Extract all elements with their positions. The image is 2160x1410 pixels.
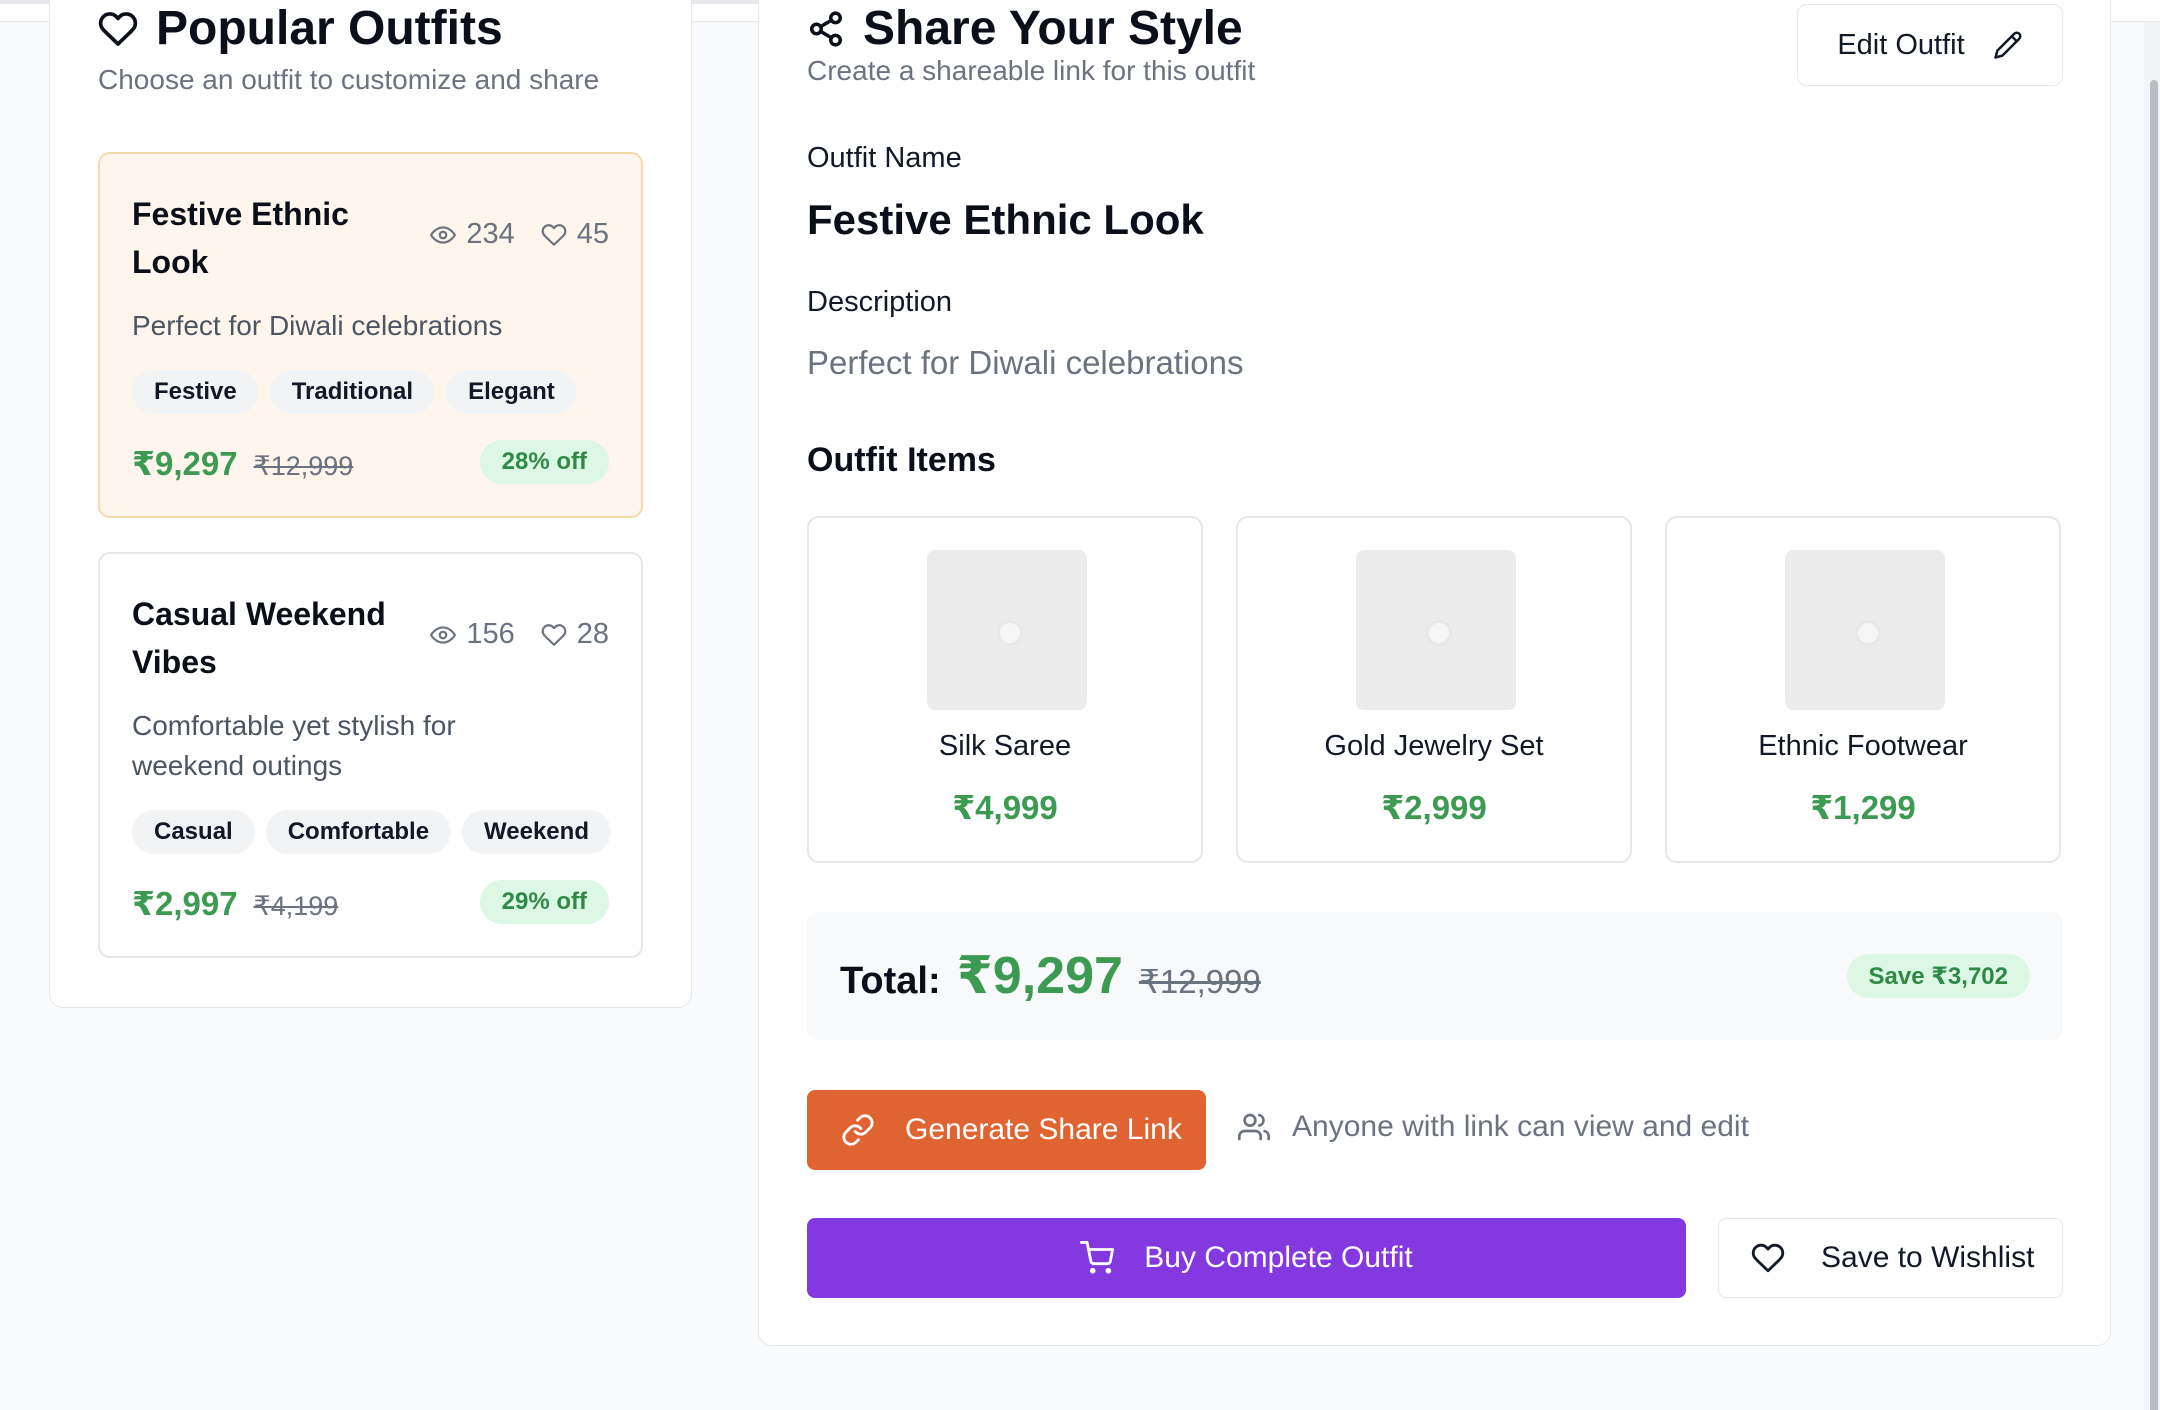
outfit-name-value: Festive Ethnic Look xyxy=(807,196,1204,243)
original-price: ₹4,199 xyxy=(253,891,339,921)
outfit-card-festive-ethnic-look[interactable]: Festive Ethnic Look 234 45 Perfect for D… xyxy=(98,152,643,518)
popular-outfits-heading: Popular Outfits xyxy=(156,2,503,55)
views-count: 234 xyxy=(466,218,515,250)
outfit-card-name: Festive Ethnic Look xyxy=(132,196,349,280)
item-name: Silk Saree xyxy=(938,730,1072,762)
description-value: Perfect for Diwali celebrations xyxy=(807,344,1244,381)
outfit-card-description: Perfect for Diwali celebrations xyxy=(132,310,503,341)
share-style-heading: Share Your Style xyxy=(863,2,1243,55)
discount-badge: 28% off xyxy=(479,440,609,484)
outfit-card-casual-weekend-vibes[interactable]: Casual Weekend Vibes 156 28 Comfortable … xyxy=(98,552,643,958)
outfit-item-card[interactable]: Gold Jewelry Set ₹2,999 xyxy=(1236,516,1632,863)
share-style-title: Share Your Style xyxy=(807,2,1243,56)
outfit-item-card[interactable]: Silk Saree ₹4,999 xyxy=(807,516,1203,863)
share-icon xyxy=(810,11,842,47)
outfit-card-stats: 156 28 xyxy=(430,618,609,651)
item-price: ₹1,299 xyxy=(1810,789,1916,826)
share-style-subtitle: Create a shareable link for this outfit xyxy=(807,55,1256,86)
edit-outfit-button[interactable]: Edit Outfit xyxy=(1797,4,2063,86)
item-price: ₹4,999 xyxy=(952,789,1058,826)
popular-outfits-title: Popular Outfits xyxy=(98,2,503,56)
popular-outfits-subtitle: Choose an outfit to customize and share xyxy=(98,64,600,95)
discount-badge: 29% off xyxy=(479,880,609,924)
outfit-name-label: Outfit Name xyxy=(807,142,962,174)
item-name: Ethnic Footwear xyxy=(1758,730,1968,762)
eye-icon xyxy=(430,225,457,244)
heart-icon xyxy=(1751,1243,1785,1273)
current-price: ₹2,997 xyxy=(132,885,238,922)
outfit-card-price: ₹2,997 ₹4,199 xyxy=(132,884,338,923)
item-image-placeholder xyxy=(927,550,1087,710)
savings-badge: Save ₹3,702 xyxy=(1846,954,2030,998)
outfit-card-tags: Casual Comfortable Weekend xyxy=(132,810,611,854)
heart-icon xyxy=(541,623,567,646)
generate-share-link-button[interactable]: Generate Share Link xyxy=(807,1090,1206,1170)
current-price: ₹9,297 xyxy=(132,445,238,482)
buy-complete-outfit-label: Buy Complete Outfit xyxy=(1144,1241,1413,1274)
heart-icon xyxy=(541,223,567,246)
outfit-card-tags: Festive Traditional Elegant xyxy=(132,370,577,414)
link-permission-note: Anyone with link can view and edit xyxy=(1238,1110,1749,1144)
tag-chip: Comfortable xyxy=(265,810,452,854)
tag-chip: Festive xyxy=(132,370,259,414)
scrollbar[interactable] xyxy=(2144,22,2160,1410)
outfit-card-stats: 234 45 xyxy=(430,218,609,251)
heart-icon xyxy=(98,12,138,46)
save-to-wishlist-button[interactable]: Save to Wishlist xyxy=(1718,1218,2063,1298)
tag-chip: Weekend xyxy=(462,810,611,854)
tag-chip: Traditional xyxy=(269,370,436,414)
outfit-card-price: ₹9,297 ₹12,999 xyxy=(132,444,353,483)
total-row: Total: ₹9,297 ₹12,999 xyxy=(840,946,1261,1006)
buy-complete-outfit-button[interactable]: Buy Complete Outfit xyxy=(807,1218,1686,1298)
outfit-card-description: Comfortable yet stylish for weekend outi… xyxy=(132,710,456,781)
description-label: Description xyxy=(807,286,953,318)
eye-icon xyxy=(430,625,457,644)
original-price: ₹12,999 xyxy=(253,451,354,481)
total-original-price: ₹12,999 xyxy=(1138,963,1261,1000)
tag-chip: Elegant xyxy=(446,370,577,414)
save-to-wishlist-label: Save to Wishlist xyxy=(1821,1241,2035,1274)
link-permission-text: Anyone with link can view and edit xyxy=(1292,1110,1749,1143)
item-image-placeholder xyxy=(1356,550,1516,710)
views-count: 156 xyxy=(466,618,515,650)
generate-share-link-label: Generate Share Link xyxy=(905,1113,1182,1146)
pencil-icon xyxy=(1993,31,2022,59)
outfit-card-name: Casual Weekend Vibes xyxy=(132,596,386,680)
likes-count: 28 xyxy=(576,618,609,650)
users-icon xyxy=(1238,1113,1270,1141)
total-label: Total: xyxy=(840,960,941,1002)
link-icon xyxy=(842,1114,874,1146)
outfit-items-heading: Outfit Items xyxy=(807,441,996,479)
edit-outfit-label: Edit Outfit xyxy=(1837,28,1965,61)
cart-icon xyxy=(1080,1241,1115,1274)
tag-chip: Casual xyxy=(132,810,255,854)
total-summary: Total: ₹9,297 ₹12,999 Save ₹3,702 xyxy=(807,912,2063,1040)
likes-count: 45 xyxy=(576,218,609,250)
outfit-item-card[interactable]: Ethnic Footwear ₹1,299 xyxy=(1665,516,2061,863)
total-price: ₹9,297 xyxy=(956,947,1123,1005)
item-price: ₹2,999 xyxy=(1381,789,1487,826)
item-name: Gold Jewelry Set xyxy=(1324,730,1544,762)
item-image-placeholder xyxy=(1785,550,1945,710)
scrollbar-thumb[interactable] xyxy=(2150,80,2158,1410)
